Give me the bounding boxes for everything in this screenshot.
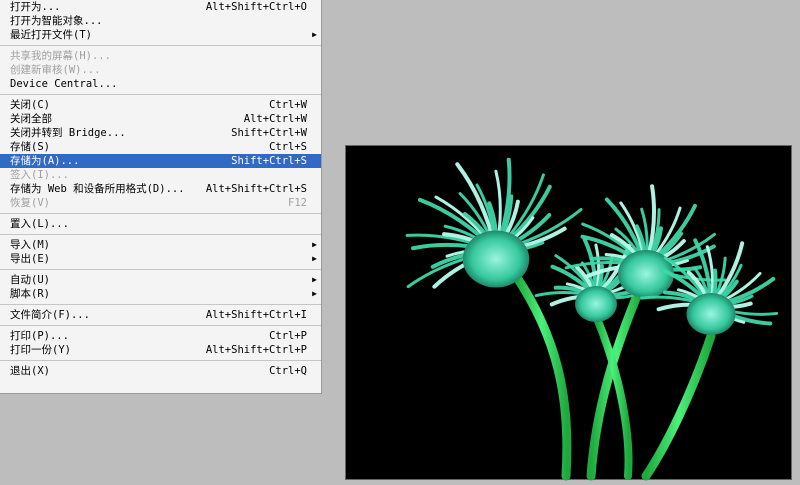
menu-separator <box>0 234 321 235</box>
menu-separator <box>0 269 321 270</box>
menu-item[interactable]: 关闭并转到 Bridge... Shift+Ctrl+W <box>0 126 321 140</box>
menu-item[interactable]: 置入(L)... <box>0 217 321 231</box>
menu-item-label: 导入(M) <box>10 239 50 251</box>
flowers-image <box>405 157 779 481</box>
menu-item-shortcut: Shift+Ctrl+W <box>231 127 307 139</box>
menu-item-label: 文件简介(F)... <box>10 309 90 321</box>
flower-center <box>686 293 736 335</box>
menu-item-label: 脚本(R) <box>10 288 50 300</box>
menu-item-label: 存储为(A)... <box>10 155 80 167</box>
menu-item[interactable]: 关闭(C) Ctrl+W <box>0 98 321 112</box>
menu-item-label: 关闭(C) <box>10 99 50 111</box>
menu-item-label: 导出(E) <box>10 253 50 265</box>
menu-separator <box>0 213 321 214</box>
menu-item-shortcut: F12 <box>288 197 307 209</box>
triangle-right-icon: ▶ <box>312 240 317 249</box>
menu-item: 签入(I)... <box>0 168 321 182</box>
file-menu: 打开为... Alt+Shift+Ctrl+O 打开为智能对象... 最近打开文件(T… <box>0 0 322 394</box>
menu-item-shortcut: Alt+Shift+Ctrl+P <box>205 344 307 356</box>
menu-item-shortcut: Alt+Ctrl+W <box>243 113 307 125</box>
menu-item-label: 存储(S) <box>10 141 50 153</box>
menu-separator <box>0 325 321 326</box>
menu-item-label: 存储为 Web 和设备所用格式(D)... <box>10 183 185 195</box>
menu-item[interactable]: 存储(S) Ctrl+S <box>0 140 321 154</box>
menu-item-shortcut: Ctrl+S <box>269 141 307 153</box>
document-canvas[interactable] <box>345 145 792 481</box>
menu-item-label: 创建新审核(W)... <box>10 64 101 76</box>
stem-4 <box>641 331 716 481</box>
menu-item-label: 退出(X) <box>10 365 50 377</box>
menu-item[interactable]: 脚本(R) ▶ <box>0 287 321 301</box>
menu-item-shortcut: Ctrl+P <box>269 330 307 342</box>
menu-item-label: 打开为... <box>10 1 61 13</box>
menu-item-label: 打印(P)... <box>10 330 69 342</box>
menu-item-label: 打印一份(Y) <box>10 344 71 356</box>
flower-center <box>575 286 617 322</box>
menu-item: 恢复(V) F12 <box>0 196 321 210</box>
menu-item: 创建新审核(W)... <box>0 63 321 77</box>
stem-1 <box>511 271 572 481</box>
menu-item[interactable]: 存储为(A)... Shift+Ctrl+S <box>0 154 321 168</box>
menu-item[interactable]: 导出(E) ▶ <box>0 252 321 266</box>
menu-separator <box>0 360 321 361</box>
menu-item-shortcut: Ctrl+Q <box>269 365 307 377</box>
menu-item[interactable]: 打印(P)... Ctrl+P <box>0 329 321 343</box>
menu-item-label: 关闭并转到 Bridge... <box>10 127 126 139</box>
triangle-right-icon: ▶ <box>312 289 317 298</box>
menu-item[interactable]: 导入(M) ▶ <box>0 238 321 252</box>
flower-center <box>462 230 530 288</box>
menu-item-label: 最近打开文件(T) <box>10 29 92 41</box>
menu-item-shortcut: Shift+Ctrl+S <box>231 155 307 167</box>
menu-item[interactable]: 打印一份(Y) Alt+Shift+Ctrl+P <box>0 343 321 357</box>
triangle-right-icon: ▶ <box>312 254 317 263</box>
menu-item-label: 共享我的屏幕(H)... <box>10 50 111 62</box>
menu-item-label: Device Central... <box>10 78 118 90</box>
menu-item-label: 置入(L)... <box>10 218 69 230</box>
menu-item-label: 自动(U) <box>10 274 50 286</box>
menu-item-shortcut: Alt+Shift+Ctrl+S <box>205 183 307 195</box>
triangle-right-icon: ▶ <box>312 30 317 39</box>
menu-item-label: 恢复(V) <box>10 197 50 209</box>
menu-item[interactable]: 打开为... Alt+Shift+Ctrl+O <box>0 0 321 14</box>
menu-item[interactable]: Device Central... <box>0 77 321 91</box>
menu-item[interactable]: 关闭全部 Alt+Ctrl+W <box>0 112 321 126</box>
menu-separator <box>0 45 321 46</box>
menu-item[interactable]: 自动(U) ▶ <box>0 273 321 287</box>
triangle-right-icon: ▶ <box>312 275 317 284</box>
menu-item[interactable]: 退出(X) Ctrl+Q <box>0 364 321 378</box>
menu-item[interactable]: 文件简介(F)... Alt+Shift+Ctrl+I <box>0 308 321 322</box>
menu-item-shortcut: Alt+Shift+Ctrl+O <box>205 1 307 13</box>
menu-item[interactable]: 最近打开文件(T) ▶ <box>0 28 321 42</box>
menu-item-label: 打开为智能对象... <box>10 15 103 27</box>
menu-item-label: 签入(I)... <box>10 169 69 181</box>
menu-separator <box>0 94 321 95</box>
menu-item-shortcut: Alt+Shift+Ctrl+I <box>205 309 307 321</box>
menu-item-label: 关闭全部 <box>10 113 52 125</box>
menu-item-shortcut: Ctrl+W <box>269 99 307 111</box>
menu-item[interactable]: 存储为 Web 和设备所用格式(D)... Alt+Shift+Ctrl+S <box>0 182 321 196</box>
menu-item: 共享我的屏幕(H)... <box>0 49 321 63</box>
menu-separator <box>0 304 321 305</box>
menu-item[interactable]: 打开为智能对象... <box>0 14 321 28</box>
